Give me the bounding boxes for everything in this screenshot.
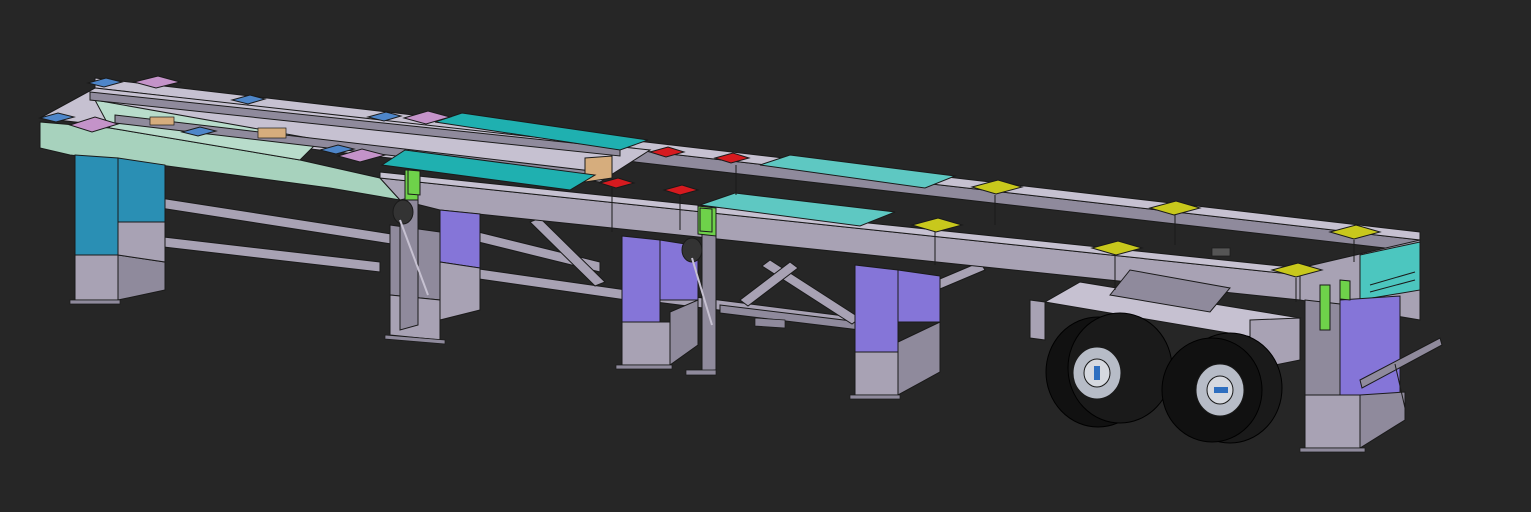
support-leg-1 [384, 209, 481, 345]
rear-marker-block [1211, 247, 1231, 257]
wheel-rear-axle-2 [1161, 332, 1283, 444]
support-leg-3 [754, 264, 941, 400]
cad-viewport[interactable] [0, 0, 1531, 512]
trailer-chassis-model[interactable] [0, 0, 1531, 512]
wheel-rear-axle-1 [1045, 312, 1173, 428]
